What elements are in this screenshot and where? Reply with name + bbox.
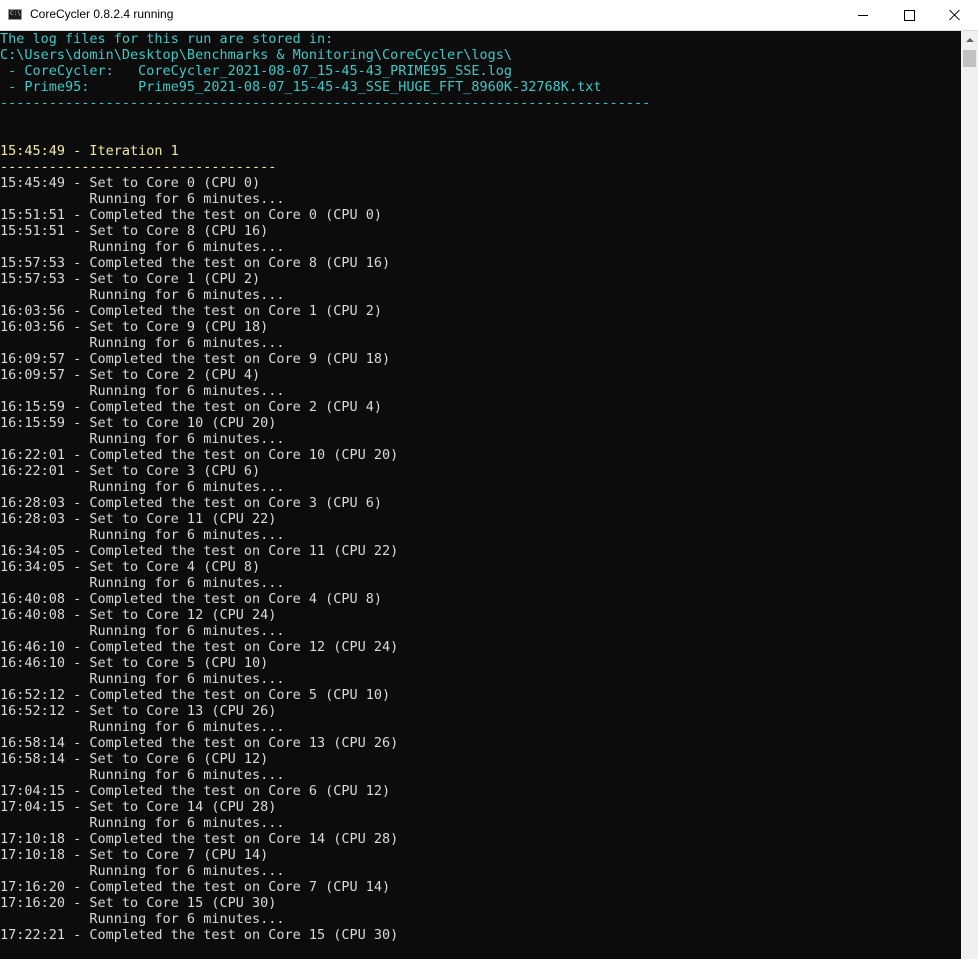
corecycler-log-file: - CoreCycler: CoreCycler_2021-08-07_15-4… xyxy=(0,63,513,79)
log-line: 16:46:10 - Set to Core 5 (CPU 10) xyxy=(0,655,269,671)
log-line: Running for 6 minutes... xyxy=(0,479,285,495)
log-line: 17:22:21 - Completed the test on Core 15… xyxy=(0,927,399,943)
close-icon xyxy=(949,9,961,21)
scrollbar-thumb[interactable] xyxy=(963,50,976,67)
log-line: Running for 6 minutes... xyxy=(0,287,285,303)
log-line: 16:03:56 - Completed the test on Core 1 … xyxy=(0,303,383,319)
log-line: Running for 6 minutes... xyxy=(0,335,285,351)
log-line: Running for 6 minutes... xyxy=(0,719,285,735)
log-line: Running for 6 minutes... xyxy=(0,815,285,831)
title-bar[interactable]: C:\ CoreCycler 0.8.2.4 running xyxy=(0,0,978,31)
minimize-button[interactable] xyxy=(840,0,886,30)
log-directory-path: C:\Users\domin\Desktop\Benchmarks & Moni… xyxy=(0,47,513,63)
log-line: 16:03:56 - Set to Core 9 (CPU 18) xyxy=(0,319,269,335)
log-line: 16:52:12 - Set to Core 13 (CPU 26) xyxy=(0,703,277,719)
vertical-scrollbar[interactable] xyxy=(961,31,978,959)
log-line: 16:09:57 - Set to Core 2 (CPU 4) xyxy=(0,367,261,383)
maximize-icon xyxy=(903,9,915,21)
log-line: 17:16:20 - Completed the test on Core 7 … xyxy=(0,879,391,895)
log-line: 16:40:08 - Set to Core 12 (CPU 24) xyxy=(0,607,277,623)
log-line: 15:45:49 - Set to Core 0 (CPU 0) xyxy=(0,175,261,191)
scroll-up-button[interactable] xyxy=(961,31,978,48)
console-output[interactable]: The log files for this run are stored in… xyxy=(0,31,961,959)
log-line: Running for 6 minutes... xyxy=(0,431,285,447)
log-line: 16:15:59 - Set to Core 10 (CPU 20) xyxy=(0,415,277,431)
console-window: C:\ CoreCycler 0.8.2.4 running The log f… xyxy=(0,0,978,959)
log-line: 15:51:51 - Set to Core 8 (CPU 16) xyxy=(0,223,269,239)
log-line: 16:34:05 - Completed the test on Core 11… xyxy=(0,543,399,559)
console-app-icon-text: C:\ xyxy=(10,10,21,17)
log-line: Running for 6 minutes... xyxy=(0,191,285,207)
log-line: Running for 6 minutes... xyxy=(0,767,285,783)
maximize-button[interactable] xyxy=(886,0,932,30)
log-line: 15:57:53 - Set to Core 1 (CPU 2) xyxy=(0,271,261,287)
log-line: 16:09:57 - Completed the test on Core 9 … xyxy=(0,351,391,367)
log-line: 16:58:14 - Set to Core 6 (CPU 12) xyxy=(0,751,269,767)
log-line: 17:10:18 - Completed the test on Core 14… xyxy=(0,831,399,847)
log-line: 16:22:01 - Set to Core 3 (CPU 6) xyxy=(0,463,261,479)
log-line: Running for 6 minutes... xyxy=(0,623,285,639)
log-line: 16:40:08 - Completed the test on Core 4 … xyxy=(0,591,383,607)
log-line: 15:51:51 - Completed the test on Core 0 … xyxy=(0,207,383,223)
log-line: Running for 6 minutes... xyxy=(0,527,285,543)
close-button[interactable] xyxy=(932,0,978,30)
log-line: 15:57:53 - Completed the test on Core 8 … xyxy=(0,255,391,271)
log-line: 16:34:05 - Set to Core 4 (CPU 8) xyxy=(0,559,261,575)
log-line: Running for 6 minutes... xyxy=(0,383,285,399)
log-line: 17:04:15 - Set to Core 14 (CPU 28) xyxy=(0,799,277,815)
log-line: Running for 6 minutes... xyxy=(0,911,285,927)
prime95-log-file: - Prime95: Prime95_2021-08-07_15-45-43_S… xyxy=(0,79,602,95)
iteration-title: 15:45:49 - Iteration 1 xyxy=(0,143,179,159)
header-separator: ----------------------------------------… xyxy=(0,95,651,111)
log-line: Running for 6 minutes... xyxy=(0,575,285,591)
log-line: 16:58:14 - Completed the test on Core 13… xyxy=(0,735,399,751)
window-title: CoreCycler 0.8.2.4 running xyxy=(30,7,174,21)
log-line: 16:28:03 - Set to Core 11 (CPU 22) xyxy=(0,511,277,527)
console-app-icon[interactable]: C:\ xyxy=(8,9,22,20)
log-location-heading: The log files for this run are stored in… xyxy=(0,31,334,47)
log-line: 16:15:59 - Completed the test on Core 2 … xyxy=(0,399,383,415)
log-line: 16:52:12 - Completed the test on Core 5 … xyxy=(0,687,391,703)
chevron-up-icon xyxy=(965,37,974,42)
log-line: 16:22:01 - Completed the test on Core 10… xyxy=(0,447,399,463)
log-line: 16:28:03 - Completed the test on Core 3 … xyxy=(0,495,383,511)
iteration-separator: ---------------------------------- xyxy=(0,159,277,175)
log-line: Running for 6 minutes... xyxy=(0,239,285,255)
log-line: 17:10:18 - Set to Core 7 (CPU 14) xyxy=(0,847,269,863)
minimize-icon xyxy=(858,14,868,16)
log-line: 17:16:20 - Set to Core 15 (CPU 30) xyxy=(0,895,277,911)
log-line: Running for 6 minutes... xyxy=(0,671,285,687)
log-line: 17:04:15 - Completed the test on Core 6 … xyxy=(0,783,391,799)
log-line: Running for 6 minutes... xyxy=(0,863,285,879)
log-line: 16:46:10 - Completed the test on Core 12… xyxy=(0,639,399,655)
